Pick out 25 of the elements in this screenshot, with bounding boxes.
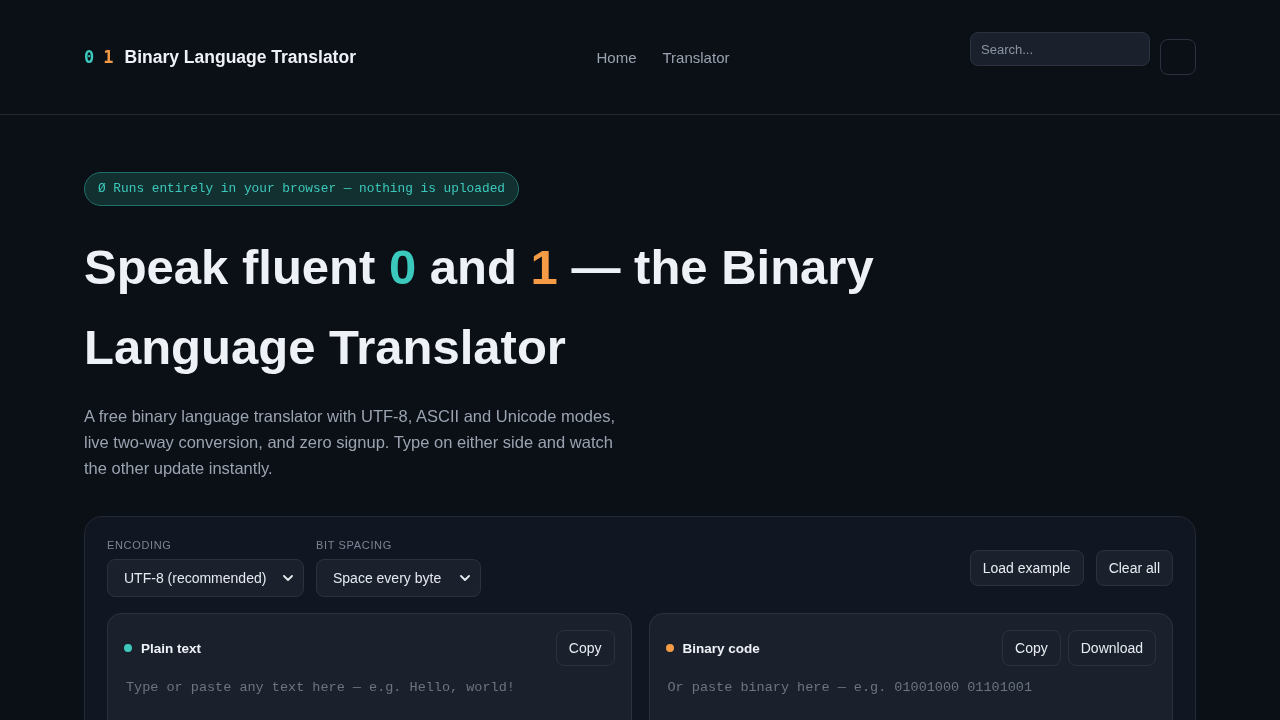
encoding-label: ENCODING	[107, 539, 173, 551]
download-button[interactable]: Download	[1067, 630, 1156, 666]
panel-title: Binary code	[682, 640, 760, 656]
hero-description: A free binary language translator with UTF‑8, ASCII and Unicode modes, live two‑way conversion, and zero signup. Type on either side and watch the other update instantly.	[84, 406, 617, 479]
bit-spacing-select[interactable]: Space every byte	[316, 559, 481, 597]
search-field[interactable]: Search...	[970, 32, 1150, 66]
copy-button[interactable]: Copy	[555, 630, 615, 666]
encoding-select[interactable]: UTF‑8 (recommended)	[107, 559, 304, 597]
load-example-button[interactable]: Load example	[969, 550, 1084, 586]
plain-text-input[interactable]: Type or paste any text here — e.g. Hello, world!	[124, 678, 615, 714]
binary-code-input[interactable]: Or paste binary here — e.g. 01001000 01101001	[665, 678, 1156, 714]
privacy-badge: Ø Runs entirely in your browser — nothing is uploaded	[84, 172, 519, 206]
logo-digit: 1	[103, 47, 114, 67]
chevron-icon	[460, 575, 470, 581]
hero-heading: Speak fluent 0 and 1 — the Binary Language Translator	[84, 239, 875, 376]
nav-link[interactable]: Home	[596, 48, 637, 66]
nav-link[interactable]: Translator	[662, 48, 730, 66]
panel-title: Plain text	[141, 640, 202, 656]
copy-button[interactable]: Copy	[1002, 630, 1061, 666]
chevron-icon	[283, 575, 293, 581]
site-title[interactable]: Binary Language Translator	[124, 46, 356, 68]
clear-all-button[interactable]: Clear all	[1095, 550, 1173, 586]
bit-spacing-label: BIT SPACING	[316, 539, 393, 551]
icon-button[interactable]	[1160, 39, 1196, 75]
logo-digit: 0	[84, 47, 95, 67]
